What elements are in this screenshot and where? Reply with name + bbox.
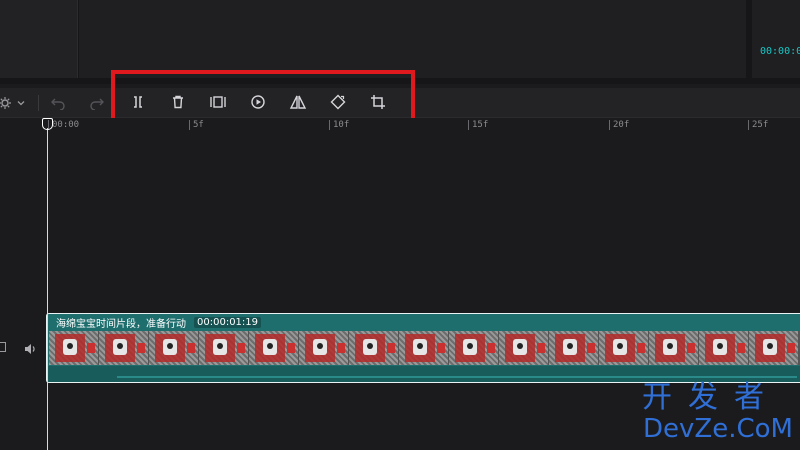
clip-header: 海绵宝宝时间片段，准备行动 00:00:01:19 [47,314,800,330]
track-lock-icon[interactable] [0,342,6,352]
freeze-frame-button[interactable] [207,91,229,113]
clip-thumbnail [699,331,749,365]
clip-duration: 00:00:01:19 [194,316,262,328]
undo-button[interactable] [47,92,69,114]
freeze-frame-icon [210,96,226,108]
clip-thumbnail [499,331,549,365]
mirror-icon [289,95,307,109]
clip-thumbnail [249,331,299,365]
rotate-icon [330,94,346,110]
split-button[interactable] [127,91,149,113]
playhead-handle[interactable] [42,118,53,130]
clip-thumbnail [449,331,499,365]
crop-button[interactable] [367,91,389,113]
ruler-tick: 15f [468,120,488,130]
toolbar-divider [38,95,39,111]
clip-thumbnail [99,331,149,365]
speaker-icon [25,344,35,354]
clip-thumbnail [49,331,99,365]
ruler-tick: 25f [748,120,768,130]
undo-icon [51,98,65,110]
video-clip[interactable]: 海绵宝宝时间片段，准备行动 00:00:01:19 [46,313,800,383]
mirror-button[interactable] [287,91,309,113]
clip-thumbnails [49,331,799,365]
clip-thumbnail [549,331,599,365]
track-audio-toggle[interactable] [23,341,37,355]
clip-thumbnail [649,331,699,365]
clip-name: 海绵宝宝时间片段，准备行动 [56,318,186,330]
clip-thumbnail [599,331,649,365]
top-panels [0,0,800,84]
reverse-button[interactable] [247,91,269,113]
split-icon [134,96,142,108]
select-tool-dropdown[interactable] [10,92,32,114]
media-panel [0,0,78,78]
delete-button[interactable] [167,91,189,113]
redo-button[interactable] [86,92,108,114]
ruler-tick: 5f [189,120,204,130]
playhead-line[interactable] [47,128,48,450]
redo-icon [90,98,104,110]
reverse-play-icon [251,95,265,109]
crop-icon [371,95,385,109]
watermark-line2: DevZe.CoM [643,414,793,444]
clip-thumbnail [149,331,199,365]
timeline-ruler [0,118,800,132]
ruler-tick: 10f [329,120,349,130]
clip-thumbnail [749,331,799,365]
watermark-line1: 开发者 [642,380,780,415]
trash-icon [173,95,183,109]
audio-waveform [117,376,797,378]
clip-thumbnail [299,331,349,365]
rotate-button[interactable] [327,91,349,113]
ruler-tick: 20f [609,120,629,130]
preview-panel [79,0,746,78]
preview-timecode: 00:00:00 [760,46,800,57]
properties-panel [752,0,800,78]
timeline-toolbar [0,88,800,118]
clip-thumbnail [399,331,449,365]
chevron-down-icon [17,101,25,106]
clip-thumbnail [199,331,249,365]
clip-thumbnail [349,331,399,365]
